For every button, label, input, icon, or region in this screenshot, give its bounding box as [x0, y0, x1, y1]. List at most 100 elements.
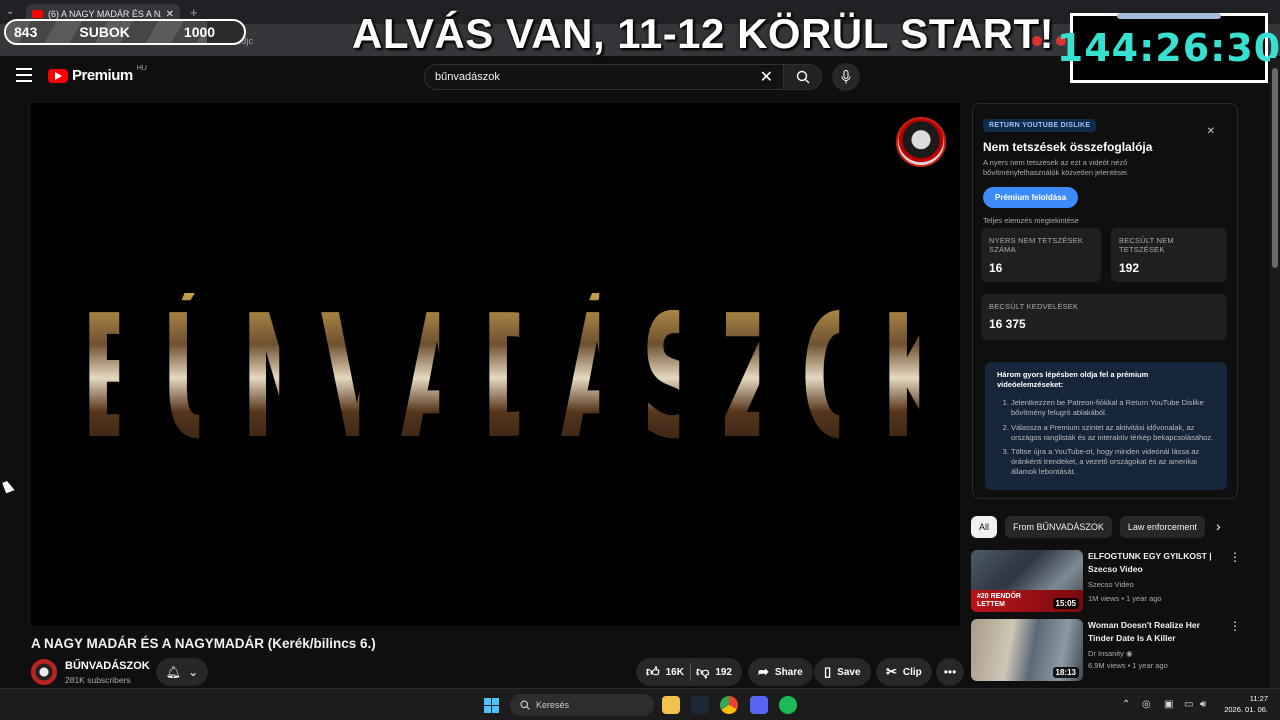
- video-title: A NAGY MADÁR ÉS A NAGYMADÁR (Kerék/bilin…: [31, 636, 376, 651]
- raw-dislikes-stat: NYERS NEM TETSZÉSEK SZÁMA 16: [981, 228, 1101, 282]
- logo-region: HU: [136, 65, 147, 72]
- network-icon[interactable]: ◎: [1142, 699, 1151, 710]
- chip-all[interactable]: All: [971, 516, 998, 538]
- more-actions-button[interactable]: •••: [936, 658, 964, 686]
- step-item: Töltse újra a YouTube-ot, hogy minden vi…: [1011, 447, 1217, 477]
- chip-from-channel[interactable]: From BŰNVADÁSZOK: [1005, 516, 1112, 538]
- recommended-video[interactable]: 18:13 Woman Doesn't Realize Her Tinder D…: [971, 619, 1241, 681]
- title-card-letter: Ű: [160, 279, 237, 477]
- youtube-play-icon: [48, 68, 68, 83]
- channel-name: Dr Insanity: [1088, 649, 1124, 658]
- bell-icon: 🔔︎: [165, 665, 181, 679]
- title-card-letter: V: [320, 279, 394, 477]
- video-player[interactable]: BŰNVADÁSZOK: [31, 103, 960, 626]
- clip-button[interactable]: ✂ Clip: [876, 658, 932, 686]
- save-button[interactable]: ▯ Save: [814, 658, 871, 686]
- taskbar-search[interactable]: Keresés: [510, 694, 654, 716]
- subscription-bell-button[interactable]: 🔔︎ ⌄: [156, 658, 208, 686]
- save-icon: ▯: [824, 664, 832, 679]
- more-vert-icon[interactable]: ⋮: [1229, 550, 1241, 564]
- video-title-card: BŰNVADÁSZOK: [65, 279, 954, 477]
- search-icon: [520, 700, 530, 710]
- channel-name[interactable]: BŰNVADÁSZOK: [65, 660, 150, 672]
- title-card-letter: N: [240, 279, 320, 477]
- video-thumbnail[interactable]: 18:13: [971, 619, 1083, 681]
- windows-taskbar: Keresés ⌃ ◎ ▣ ▭ 🔊︎ 11:27 2026. 01. 06.: [0, 688, 1280, 720]
- file-explorer-icon[interactable]: [662, 696, 680, 714]
- video-duration: 18:13: [1052, 667, 1079, 678]
- display-icon[interactable]: ▭: [1184, 699, 1193, 710]
- chrome-icon[interactable]: [720, 696, 738, 714]
- tab-close-icon[interactable]: ✕: [166, 9, 174, 20]
- stat-value: 192: [1119, 260, 1140, 275]
- stream-overlay-title: ALVÁS VAN, 11-12 KÖRÜL START!: [352, 10, 1055, 57]
- video-thumbnail[interactable]: #20 RENDŐR LETTEM 15:05: [971, 550, 1083, 612]
- voice-search-button[interactable]: [832, 63, 860, 91]
- like-count[interactable]: 16K: [666, 667, 684, 678]
- unlock-premium-button[interactable]: Prémium feloldása: [983, 187, 1079, 209]
- title-card-letter: O: [800, 279, 881, 477]
- clear-search-icon[interactable]: ✕: [760, 67, 773, 87]
- stat-value: 16: [989, 260, 1003, 275]
- video-title[interactable]: ELFOGTUNK EGY GYILKOST | Szecso Video: [1088, 550, 1216, 576]
- video-title[interactable]: Woman Doesn't Realize Her Tinder Date Is…: [1088, 619, 1216, 645]
- dislike-count[interactable]: 192: [715, 667, 732, 678]
- new-tab-icon[interactable]: +: [190, 5, 198, 20]
- panel-subtitle: A nyers nem tetszések az ezt a videót né…: [983, 158, 1129, 178]
- step-item: Jelentkezzen be Patreon-fiókkal a Return…: [1011, 398, 1217, 418]
- search-query[interactable]: bűnvadászok: [435, 71, 760, 83]
- title-card-letter: S: [640, 279, 709, 477]
- stat-label: BECSÜLT NEM TETSZÉSEK: [1119, 236, 1174, 255]
- hamburger-menu-icon[interactable]: [16, 68, 32, 82]
- video-meta: 6.9M views • 1 year ago: [1088, 661, 1168, 670]
- tab-search-icon[interactable]: ⌄: [6, 6, 14, 17]
- filter-chips: All From BŰNVADÁSZOK Law enforcement: [971, 516, 1205, 538]
- system-clock[interactable]: 11:27 2026. 01. 06.: [1220, 694, 1268, 716]
- thumbs-down-icon[interactable]: 👎︎: [696, 664, 709, 680]
- recommended-video[interactable]: #20 RENDŐR LETTEM 15:05 ELFOGTUNK EGY GY…: [971, 550, 1241, 612]
- channel-avatar[interactable]: [31, 659, 57, 685]
- verified-icon: ◉: [1125, 649, 1133, 658]
- save-label: Save: [837, 666, 861, 678]
- volume-icon[interactable]: 🔊︎: [1200, 699, 1206, 710]
- chevron-down-icon: ⌄: [188, 665, 199, 679]
- spotify-icon[interactable]: [779, 696, 797, 714]
- chevron-right-icon[interactable]: ›: [1216, 518, 1221, 534]
- timer-value: 144:26:30: [1056, 26, 1280, 70]
- clip-label: Clip: [902, 666, 922, 678]
- scrollbar-thumb[interactable]: [1272, 68, 1278, 268]
- sub-goal-counter: 843 SUBOK 1000: [4, 19, 246, 45]
- tab-title: (6) A NAGY MADÁR ÉS A NAGYMADÁR: [48, 9, 161, 19]
- subscriber-count: 281K subscribers: [65, 675, 131, 685]
- steam-icon[interactable]: [691, 696, 709, 714]
- youtube-favicon-icon: [32, 10, 43, 18]
- timer-progress-bar: [1117, 13, 1221, 19]
- chevron-up-icon[interactable]: ⌃: [1122, 699, 1130, 710]
- search-button[interactable]: [784, 64, 822, 90]
- microphone-icon: [841, 70, 851, 84]
- share-button[interactable]: ➦ Share: [748, 658, 813, 686]
- step-item: Válassza a Premium szintet az aktivitási…: [1011, 423, 1217, 443]
- more-vert-icon[interactable]: ⋮: [1229, 619, 1241, 633]
- sub-goal-label: SUBOK: [79, 24, 130, 40]
- title-card-letter: K: [880, 279, 954, 477]
- discord-icon[interactable]: [750, 696, 768, 714]
- close-icon[interactable]: ✕: [1207, 126, 1215, 137]
- chip-law-enforcement[interactable]: Law enforcement: [1119, 516, 1205, 538]
- channel-watermark-logo: [896, 117, 946, 167]
- video-channel[interactable]: Szecso Video: [1088, 580, 1134, 589]
- panel-title: Nem tetszések összefoglalója: [983, 140, 1153, 154]
- discord-tray-icon[interactable]: ▣: [1164, 699, 1173, 710]
- thumbs-up-icon[interactable]: 👍︎: [646, 664, 660, 680]
- video-channel[interactable]: Dr Insanity ◉: [1088, 649, 1133, 658]
- more-icon: •••: [943, 665, 957, 679]
- stat-value: 16 375: [989, 317, 1026, 332]
- sub-count: 843: [14, 24, 38, 40]
- search-input[interactable]: bűnvadászok ✕: [424, 64, 784, 90]
- thumbnail-text: #20 RENDŐR LETTEM: [977, 593, 1021, 608]
- clock-date: 2026. 01. 06.: [1224, 704, 1268, 714]
- full-analysis-link[interactable]: Teljes elemzés megtekintése: [983, 216, 1227, 225]
- youtube-premium-logo[interactable]: Premium HU: [48, 65, 147, 84]
- windows-start-icon[interactable]: [484, 698, 499, 713]
- extension-tag: RETURN YOUTUBE DISLIKE: [983, 119, 1097, 132]
